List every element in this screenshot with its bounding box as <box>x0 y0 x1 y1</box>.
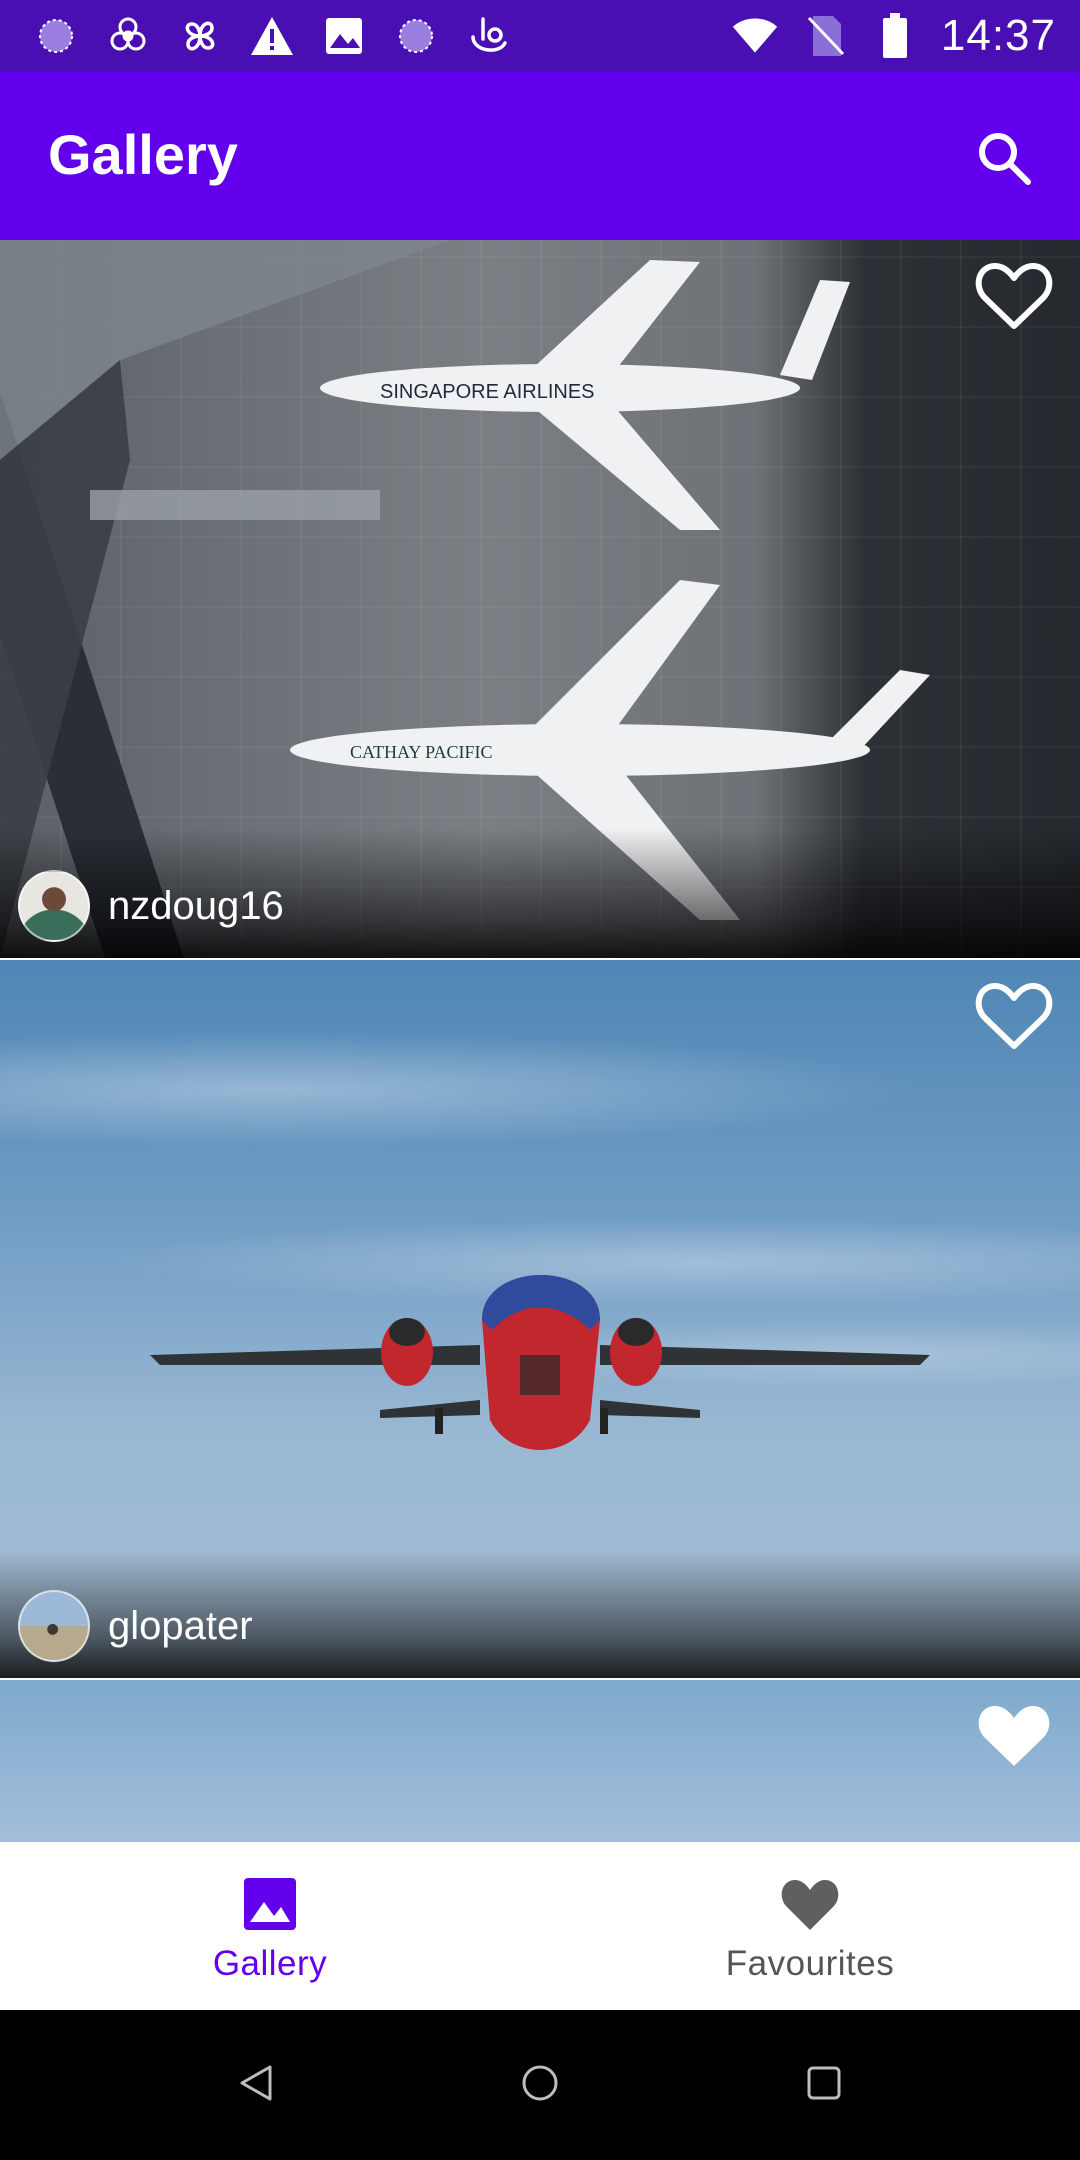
flower-icon <box>104 12 152 60</box>
favourite-button[interactable] <box>966 973 1062 1063</box>
heart-icon <box>778 1872 842 1936</box>
no-sim-icon <box>801 12 849 60</box>
home-button[interactable] <box>508 2053 572 2117</box>
recents-icon <box>806 2065 842 2106</box>
recents-button[interactable] <box>792 2053 856 2117</box>
airline-livery-text: CATHAY PACIFIC <box>350 742 493 762</box>
search-button[interactable] <box>964 120 1044 200</box>
nav-label: Gallery <box>212 1944 328 1983</box>
image-icon <box>320 12 368 60</box>
touch-icon <box>464 12 512 60</box>
author-name[interactable]: nzdoug16 <box>108 884 284 929</box>
photo-clouds-sky[interactable] <box>0 1680 1080 1842</box>
avatar[interactable] <box>18 1590 90 1662</box>
avatar[interactable] <box>18 870 90 942</box>
page-title: Gallery <box>48 123 238 186</box>
author-name[interactable]: glopater <box>108 1604 253 1649</box>
nav-item-gallery[interactable]: Gallery <box>0 1842 540 2010</box>
author-info[interactable]: glopater <box>18 1588 253 1664</box>
back-button[interactable] <box>224 2053 288 2117</box>
fan-icon <box>176 12 224 60</box>
favourite-button[interactable] <box>966 1693 1062 1783</box>
spinner-icon <box>32 12 80 60</box>
nav-label: Favourites <box>725 1944 895 1983</box>
author-info[interactable]: nzdoug16 <box>18 868 284 944</box>
wifi-icon <box>731 12 779 60</box>
favourite-button[interactable] <box>966 253 1062 343</box>
nav-item-favourites[interactable]: Favourites <box>540 1842 1080 2010</box>
photo-card[interactable]: glopater <box>0 960 1080 1678</box>
battery-icon <box>871 12 919 60</box>
status-bar: 14:37 <box>0 0 1080 72</box>
heart-outline-icon <box>975 260 1053 335</box>
app-bar: Gallery <box>0 72 1080 240</box>
clock: 14:37 <box>940 11 1056 60</box>
image-icon <box>238 1872 302 1936</box>
photo-feed[interactable]: SINGAPORE AIRLINES CATHAY PACIFIC nzdoug… <box>0 240 1080 1842</box>
heart-outline-icon <box>975 980 1053 1055</box>
warning-icon <box>248 12 296 60</box>
bottom-navigation: Gallery Favourites <box>0 1842 1080 2010</box>
search-icon <box>974 128 1034 193</box>
heart-filled-icon <box>975 1700 1053 1775</box>
airline-livery-text: SINGAPORE AIRLINES <box>380 381 595 403</box>
system-status: 14:37 <box>731 8 1056 64</box>
photo-card[interactable] <box>0 1680 1080 1842</box>
back-icon <box>238 2063 274 2108</box>
spinner-icon <box>392 12 440 60</box>
home-icon <box>520 2063 560 2108</box>
notification-icons <box>32 12 512 60</box>
system-navigation <box>0 2010 1080 2160</box>
photo-card[interactable]: SINGAPORE AIRLINES CATHAY PACIFIC nzdoug… <box>0 240 1080 958</box>
